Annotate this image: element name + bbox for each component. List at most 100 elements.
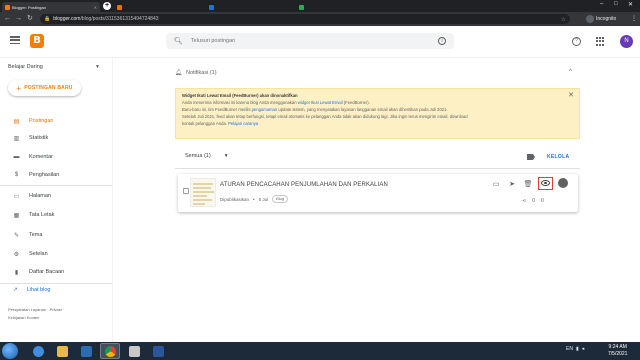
- footer-link-privacy[interactable]: Privasi: [50, 307, 62, 312]
- banner-link-widget[interactable]: widget Ikuti Lewat Email: [298, 100, 343, 105]
- post-status: Dipublikasikan: [220, 196, 250, 202]
- new-tab-button[interactable]: +: [103, 2, 111, 10]
- tab-favicon-icon: [299, 4, 304, 10]
- back-arrow-icon[interactable]: ←: [4, 14, 11, 24]
- clock-time: 9:24 AM: [608, 344, 627, 350]
- folder-icon: [56, 345, 68, 357]
- post-filter-dropdown[interactable]: Semua (1) ▾: [185, 153, 227, 159]
- document-icon: ▤: [13, 118, 20, 125]
- taskbar-ie[interactable]: [28, 343, 48, 359]
- view-blog-link[interactable]: ↗ Lihat blog: [13, 287, 50, 293]
- tab-title: Blogger: Postingan: [12, 4, 46, 10]
- sidebar-item-penghasilan[interactable]: $ Penghasilan: [0, 167, 112, 183]
- windows-taskbar: EN ▮ ◂ 9:24 AM 7/5/2021: [0, 342, 640, 360]
- taskbar-media[interactable]: [76, 343, 96, 359]
- bookmark-star-icon[interactable]: ☆: [561, 16, 566, 23]
- sidebar-item-label: Tema: [29, 232, 43, 238]
- share-icon[interactable]: ⋖: [522, 198, 526, 204]
- taskbar-app[interactable]: [124, 343, 144, 359]
- taskbar-word[interactable]: [148, 343, 168, 359]
- incognito-label: Incognito: [596, 16, 617, 22]
- post-checkbox[interactable]: [183, 188, 189, 194]
- notifications-header[interactable]: 🔔︎ Notifikasi (1): [175, 70, 217, 76]
- sidebar-item-tata-letak[interactable]: ▦ Tata Letak: [0, 207, 112, 223]
- browser-menu-icon[interactable]: ⋮: [631, 15, 637, 22]
- sidebar-item-komentar[interactable]: ▬ Komentar: [0, 149, 112, 165]
- sidebar-item-label: Halaman: [29, 193, 52, 199]
- browser-tab-blogger[interactable]: Blogger: Postingan ✕: [2, 2, 100, 12]
- post-title[interactable]: ATURAN PENCACAHAN PENJUMLAHAN DAN PERKAL…: [220, 182, 388, 188]
- sidebar-item-postingan[interactable]: ▤ Postingan: [0, 113, 112, 129]
- chevron-down-icon[interactable]: ▼: [95, 64, 100, 70]
- minimize-icon[interactable]: –: [600, 1, 603, 7]
- apps-grid-icon[interactable]: [596, 37, 605, 46]
- post-thumbnail: [190, 178, 216, 207]
- label-tag-icon[interactable]: ➤: [508, 180, 516, 188]
- internet-explorer-icon: [32, 345, 44, 357]
- collapse-chevron-icon[interactable]: ^: [569, 69, 572, 75]
- blog-selector-label[interactable]: Belajar Daring: [8, 64, 43, 70]
- sidebar: Belajar Daring ▼ + POSTINGAN BARU ▤ Post…: [0, 58, 112, 342]
- post-label-chip[interactable]: Blog: [272, 195, 289, 203]
- footer-link-terms[interactable]: Persyaratan Layanan: [8, 307, 46, 312]
- footer-link-content-policy[interactable]: Kebijakan Konten: [8, 315, 39, 320]
- clock-date: 7/5/2021: [608, 351, 628, 357]
- label-icon[interactable]: [527, 154, 535, 160]
- address-bar[interactable]: 🔒 blogger.com/blog/posts/311536131549472…: [40, 14, 570, 24]
- new-post-label: POSTINGAN BARU: [24, 85, 73, 91]
- tab-favicon-icon: [117, 4, 122, 10]
- sidebar-item-tema[interactable]: ✎ Tema: [0, 227, 112, 243]
- banner-link-learn-more[interactable]: Pelajari caranya: [228, 121, 258, 126]
- sidebar-item-statistik[interactable]: ▥ Statistik: [0, 130, 112, 146]
- sidebar-item-daftar-bacaan[interactable]: ▮ Daftar Bacaan: [0, 264, 112, 280]
- move-folder-icon[interactable]: ▭: [492, 180, 500, 188]
- eye-icon: [541, 180, 550, 186]
- browser-tab-3[interactable]: [206, 2, 294, 12]
- incognito-indicator[interactable]: Incognito: [586, 15, 616, 23]
- account-avatar[interactable]: N: [620, 35, 633, 48]
- banner-line-3: Setelah Juli 2021, feed akan tetap berfu…: [182, 114, 468, 119]
- forward-arrow-icon[interactable]: →: [15, 14, 22, 24]
- start-button[interactable]: [2, 343, 18, 359]
- banner-link-announcement[interactable]: pengumuman: [252, 107, 278, 112]
- view-count: 0: [540, 198, 544, 204]
- dollar-icon: $: [14, 172, 19, 178]
- blogger-logo[interactable]: B: [30, 34, 44, 48]
- taskbar-chrome[interactable]: [100, 343, 120, 359]
- search-icon[interactable]: 🔍︎: [174, 37, 183, 45]
- post-meta: Dipublikasikan • 5 Jul Blog: [220, 195, 289, 203]
- close-window-icon[interactable]: ✕: [628, 1, 633, 8]
- close-banner-icon[interactable]: ✕: [568, 91, 574, 99]
- browser-tab-4[interactable]: [296, 2, 386, 12]
- search-input[interactable]: [190, 38, 421, 44]
- chevron-down-icon: ▾: [224, 153, 228, 159]
- banner-line-4: kontak pelanggan Anda. Pelajari caranya: [182, 121, 259, 126]
- maximize-icon[interactable]: □: [614, 1, 618, 7]
- sidebar-item-setelan[interactable]: ⚙ Setelan: [0, 246, 112, 262]
- bar-chart-icon: ▥: [13, 135, 20, 142]
- view-post-button-highlighted[interactable]: [538, 177, 553, 190]
- sidebar-item-label: Tata Letak: [29, 212, 55, 218]
- language-indicator[interactable]: EN: [566, 346, 573, 352]
- browser-tab-strip: Blogger: Postingan ✕ + – □ ✕: [0, 0, 640, 12]
- new-post-button[interactable]: + POSTINGAN BARU: [8, 80, 81, 96]
- delete-trash-icon[interactable]: 🗑︎: [524, 180, 533, 188]
- blogger-favicon-icon: [5, 4, 10, 10]
- bell-icon: 🔔︎: [175, 70, 182, 76]
- hamburger-menu-icon[interactable]: [10, 36, 20, 44]
- manage-labels-button[interactable]: KELOLA: [547, 154, 569, 160]
- volume-icon[interactable]: ◂: [582, 346, 585, 352]
- author-avatar: [558, 178, 568, 188]
- reload-icon[interactable]: ↻: [27, 14, 33, 24]
- info-icon[interactable]: i: [438, 37, 446, 45]
- post-row[interactable]: ATURAN PENCACAHAN PENJUMLAHAN DAN PERKAL…: [178, 174, 578, 212]
- help-icon[interactable]: ?: [572, 37, 581, 46]
- browser-toolbar: ← → ↻ 🔒 blogger.com/blog/posts/311536131…: [0, 12, 640, 26]
- taskbar-clock[interactable]: 9:24 AM 7/5/2021: [608, 344, 627, 358]
- url-text: blogger.com/blog/posts/31153613154947248…: [53, 16, 159, 22]
- taskbar-explorer[interactable]: [52, 343, 72, 359]
- close-tab-icon[interactable]: ✕: [94, 5, 97, 10]
- network-icon[interactable]: ▮: [576, 346, 579, 352]
- sidebar-item-halaman[interactable]: ▭ Halaman: [0, 188, 112, 204]
- browser-tab-2[interactable]: [114, 2, 204, 12]
